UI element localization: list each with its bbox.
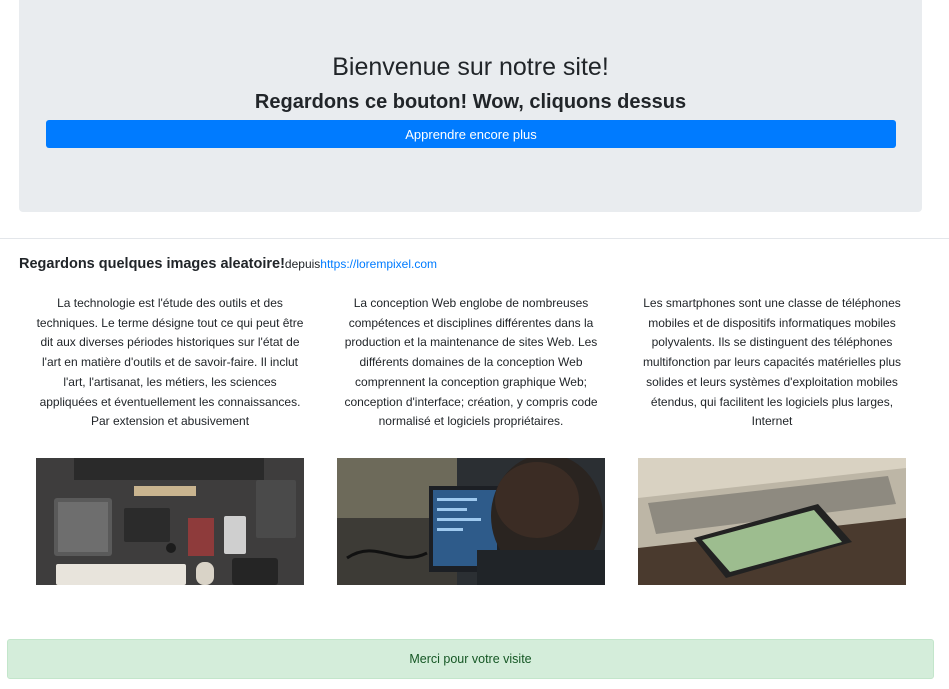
card-technology: La technologie est l'étude des outils et… [36,294,304,585]
learn-more-button[interactable]: Apprendre encore plus [46,120,896,148]
hero-subtitle: Regardons ce bouton! Wow, cliquons dessu… [254,91,687,113]
card-smartphones: Les smartphones sont une classe de télép… [638,294,906,585]
card-image-technology [36,458,304,585]
gallery-heading: Regardons quelques images aleatoire!depu… [19,254,437,274]
card-image-smartphones [638,458,906,585]
gallery-from-label: depuis [284,257,321,271]
card-text: Les smartphones sont une classe de télép… [642,296,902,429]
card-image-web-design [337,458,605,585]
jumbotron: Bienvenue sur notre site! Regardons ce b… [19,0,922,212]
card-web-design: La conception Web englobe de nombreuses … [337,294,605,585]
gallery-heading-text: Regardons quelques images aleatoire! [19,256,285,272]
lorempixel-link[interactable]: https://lorempixel.com [320,257,437,271]
hero-title: Bienvenue sur notre site! [332,53,609,81]
footer-alert: Merci pour votre visite [7,639,934,679]
card-text: La conception Web englobe de nombreuses … [344,296,598,429]
section-divider [0,238,949,239]
card-text: La technologie est l'étude des outils et… [36,296,304,429]
